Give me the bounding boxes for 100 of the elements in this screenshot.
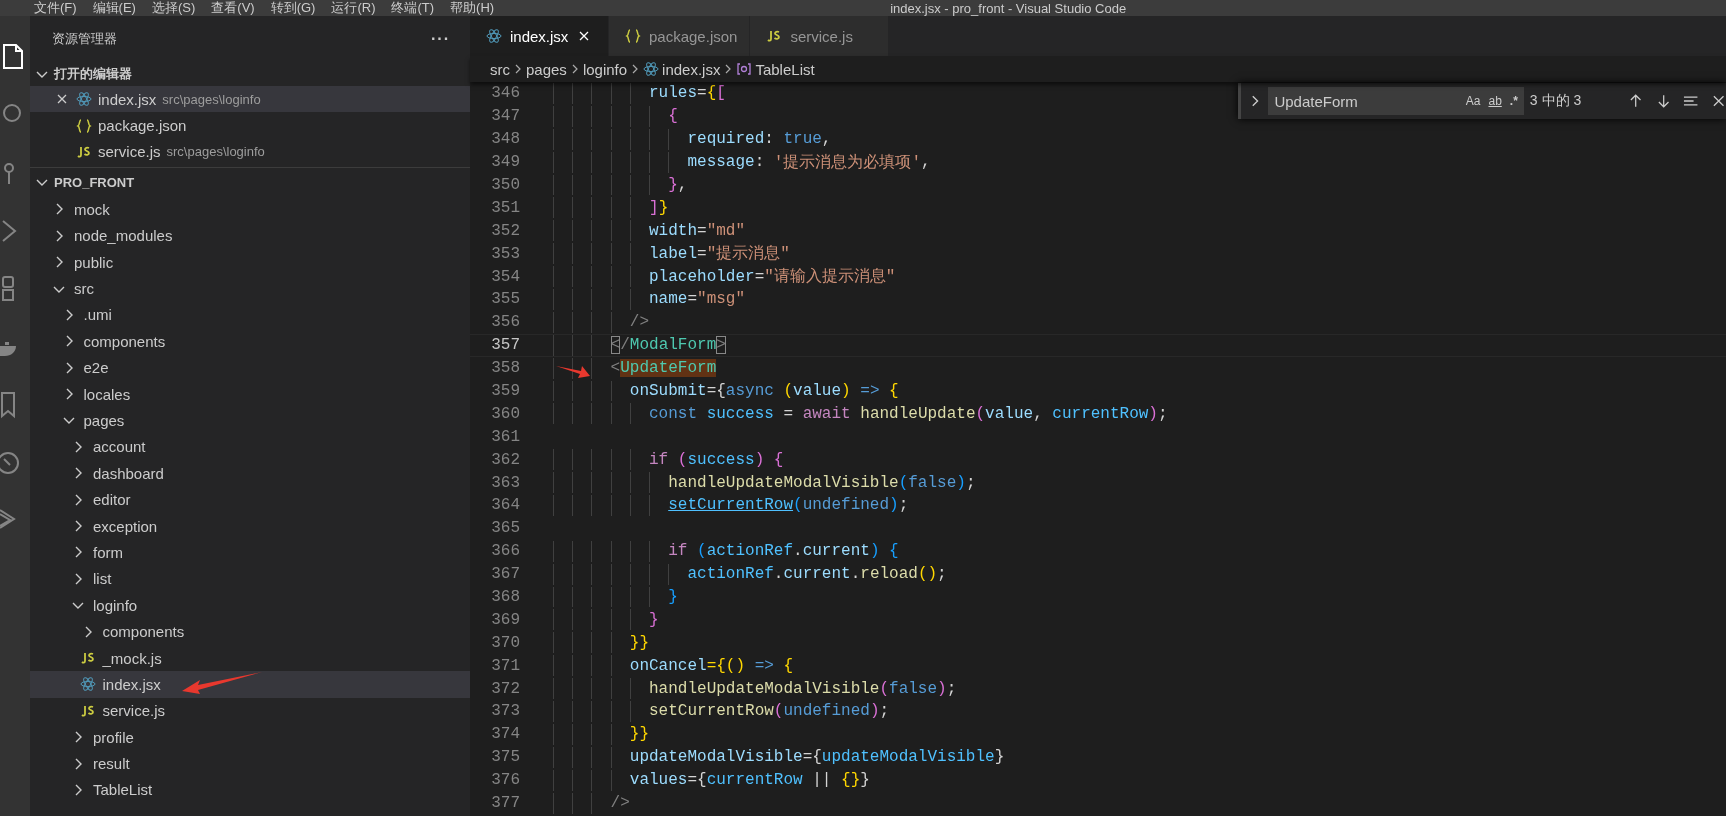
line-number: 365 — [490, 519, 520, 538]
section-header[interactable]: 打开的编辑器 — [30, 62, 470, 86]
line-number: 359 — [490, 382, 520, 400]
code-line: 369 } — [470, 608, 1726, 632]
code-line: 358 <UpdateForm — [470, 356, 1726, 380]
tree-item[interactable]: account — [30, 433, 470, 461]
menu-item[interactable]: 编辑(E) — [92, 0, 136, 16]
open-editor-item[interactable]: service.js src\pages\loginfo — [30, 138, 470, 166]
match-count: 3 中的 3 — [1529, 92, 1583, 110]
arrow-annotation — [556, 364, 592, 380]
breadcrumb-item[interactable]: loginfo — [582, 60, 628, 78]
breadcrumb-item[interactable]: TableList — [755, 60, 815, 78]
tree-item[interactable]: e2e — [30, 354, 470, 381]
tree-item[interactable]: editor — [30, 486, 470, 513]
arrow-up-icon[interactable] — [1628, 93, 1644, 109]
open-editor-item[interactable]: package.json — [30, 112, 470, 139]
tree-item[interactable]: node_modules — [30, 222, 470, 249]
code-line: 376 values={currentRow || {}} — [470, 768, 1726, 792]
editor-tab[interactable]: service.js — [750, 16, 890, 56]
line-number: 362 — [490, 450, 520, 469]
section-header[interactable]: PRO_FRONT — [30, 167, 470, 197]
line-number: 375 — [490, 748, 520, 767]
braces-icon — [76, 117, 92, 134]
code-line: 349 message: '提示消息为必填项', — [470, 150, 1726, 174]
menu-item[interactable]: 文件(F) — [34, 0, 77, 16]
tree-item[interactable]: public — [30, 248, 470, 276]
line-number: 366 — [490, 542, 520, 561]
atom-icon — [76, 91, 92, 108]
line-number: 374 — [490, 725, 520, 744]
code-line: 350 }, — [470, 173, 1726, 197]
line-number: 349 — [490, 153, 520, 172]
code-line: 375 updateModalVisible={updateModalVisible} — [470, 745, 1726, 769]
atom-icon — [486, 28, 502, 44]
window-title: index.jsx - pro_front - Visual Studio Code — [890, 0, 1127, 16]
line-number: 376 — [490, 771, 520, 790]
section-title: PRO_FRONT — [54, 174, 135, 190]
line-number: 352 — [490, 221, 520, 240]
more-actions-button[interactable]: ··· — [431, 30, 450, 48]
menu-item[interactable]: 运行(R) — [331, 0, 376, 16]
find-option-toggle[interactable]: .* — [1509, 94, 1518, 108]
editor-tab[interactable]: index.jsx — [470, 16, 609, 56]
line-number: 371 — [490, 656, 520, 675]
code-line: 348 required: true, — [470, 127, 1726, 151]
line-number: 356 — [490, 313, 520, 332]
tree-item[interactable]: components — [30, 328, 470, 355]
find-option-toggle[interactable]: ab — [1488, 94, 1502, 108]
menu-item[interactable]: 查看(V) — [211, 0, 255, 16]
editor-tab[interactable]: package.json — [609, 16, 751, 56]
code-line: 366 if (actionRef.current) { — [470, 539, 1726, 563]
tree-item[interactable]: _mock.js — [30, 644, 470, 672]
line-number: 347 — [490, 107, 520, 126]
line-number: 377 — [490, 794, 520, 813]
tree-item[interactable]: index.jsx — [30, 671, 470, 698]
code-line: 355 name="msg" — [470, 288, 1726, 311]
tree-item[interactable]: locales — [30, 380, 470, 408]
section-title: 打开的编辑器 — [54, 65, 132, 83]
breadcrumb-item[interactable]: pages — [526, 60, 567, 78]
menu-item[interactable]: 帮助(H) — [450, 0, 495, 16]
tree-item[interactable]: loginfo — [30, 592, 470, 619]
code-line: 359 onSubmit={async (value) => { — [470, 379, 1726, 403]
breadcrumb-item[interactable]: src — [490, 60, 510, 78]
open-editor-item[interactable]: index.jsx src\pages\loginfo — [30, 86, 470, 113]
breadcrumb-item[interactable]: index.jsx — [662, 60, 721, 78]
tree-item[interactable]: TableList — [30, 776, 470, 804]
tree-item[interactable]: mock — [30, 196, 470, 223]
line-number: 373 — [490, 702, 520, 721]
code-line: 363 handleUpdateModalVisible(false); — [470, 471, 1726, 495]
tree-item[interactable]: list — [30, 565, 470, 593]
tree-item[interactable]: src — [30, 275, 470, 302]
line-number: 368 — [490, 588, 520, 607]
code-line: 377 /> — [470, 791, 1726, 815]
line-number: 367 — [490, 565, 520, 584]
line-number: 350 — [490, 176, 520, 194]
tree-item[interactable]: result — [30, 750, 470, 777]
code-line: 374 }} — [470, 722, 1726, 746]
menu-item[interactable]: 终端(T) — [391, 0, 435, 16]
code-line: 367 actionRef.current.reload(); — [470, 562, 1726, 586]
menu-item[interactable]: 选择(S) — [151, 0, 196, 16]
tree-item[interactable]: profile — [30, 724, 470, 751]
tree-item[interactable]: form — [30, 539, 470, 566]
tree-item[interactable]: .umi — [30, 301, 470, 329]
line-number: 354 — [490, 267, 520, 286]
tree-item[interactable]: dashboard — [30, 460, 470, 487]
line-number: 363 — [490, 473, 520, 492]
line-number: 370 — [490, 633, 520, 652]
symbol-icon — [736, 61, 753, 77]
code-line: 362 if (success) { — [470, 448, 1726, 472]
line-number: 355 — [490, 290, 520, 309]
line-number: 369 — [490, 610, 520, 629]
tree-item[interactable]: exception — [30, 512, 470, 540]
tree-item[interactable]: pages — [30, 407, 470, 434]
menu-item[interactable]: 转到(G) — [270, 0, 316, 16]
code-line: 373 setCurrentRow(undefined); — [470, 700, 1726, 723]
line-number: 351 — [490, 198, 520, 217]
tree-item[interactable]: service.js — [30, 697, 470, 724]
code-line: 360 const success = await handleUpdate(value, currentRow); — [470, 402, 1726, 426]
find-option-toggle[interactable]: Aa — [1465, 94, 1481, 108]
line-number: 372 — [490, 679, 520, 698]
tree-item[interactable]: components — [30, 618, 470, 645]
js-file-icon — [79, 650, 96, 666]
